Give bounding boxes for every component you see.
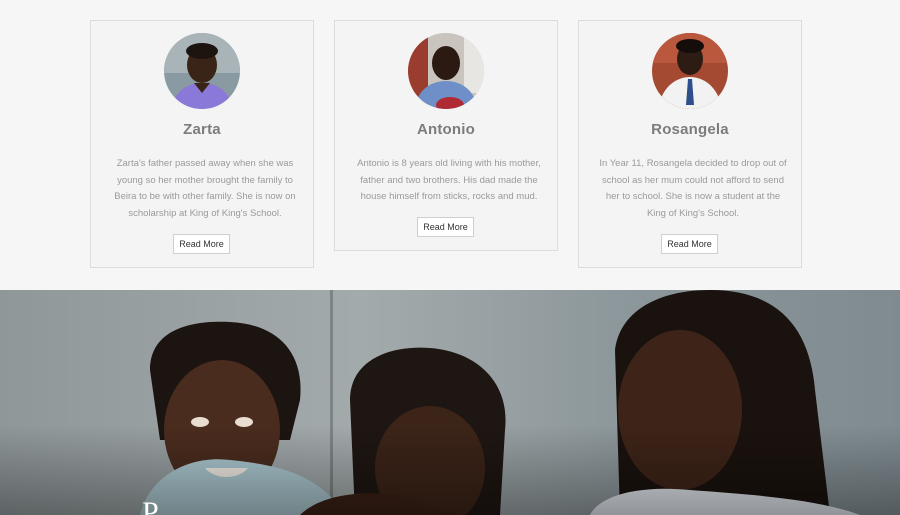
student-card-antonio: Antonio Antonio is 8 years old living wi… xyxy=(334,20,558,251)
hero-heading: P xyxy=(142,496,160,515)
hero-banner: P xyxy=(0,290,900,515)
hero-photo-girls-reading xyxy=(0,290,900,515)
student-photo-zarta xyxy=(164,33,240,109)
student-story: Antonio is 8 years old living with his m… xyxy=(357,158,541,202)
student-name: Rosangela xyxy=(651,121,729,138)
student-cards-section: Zarta Zarta's father passed away when sh… xyxy=(0,0,900,290)
student-story: Zarta's father passed away when she was … xyxy=(114,158,296,219)
student-photo-antonio xyxy=(408,33,484,109)
student-name: Zarta xyxy=(183,121,221,138)
read-more-button[interactable]: Read More xyxy=(661,234,718,254)
student-name: Antonio xyxy=(416,121,476,138)
student-photo-rosangela xyxy=(652,33,728,109)
read-more-button[interactable]: Read More xyxy=(173,234,230,254)
student-card-zarta: Zarta Zarta's father passed away when sh… xyxy=(90,20,314,268)
student-story: In Year 11, Rosangela decided to drop ou… xyxy=(599,158,787,219)
student-card-rosangela: Rosangela In Year 11, Rosangela decided … xyxy=(578,20,802,268)
read-more-button[interactable]: Read More xyxy=(417,217,474,237)
